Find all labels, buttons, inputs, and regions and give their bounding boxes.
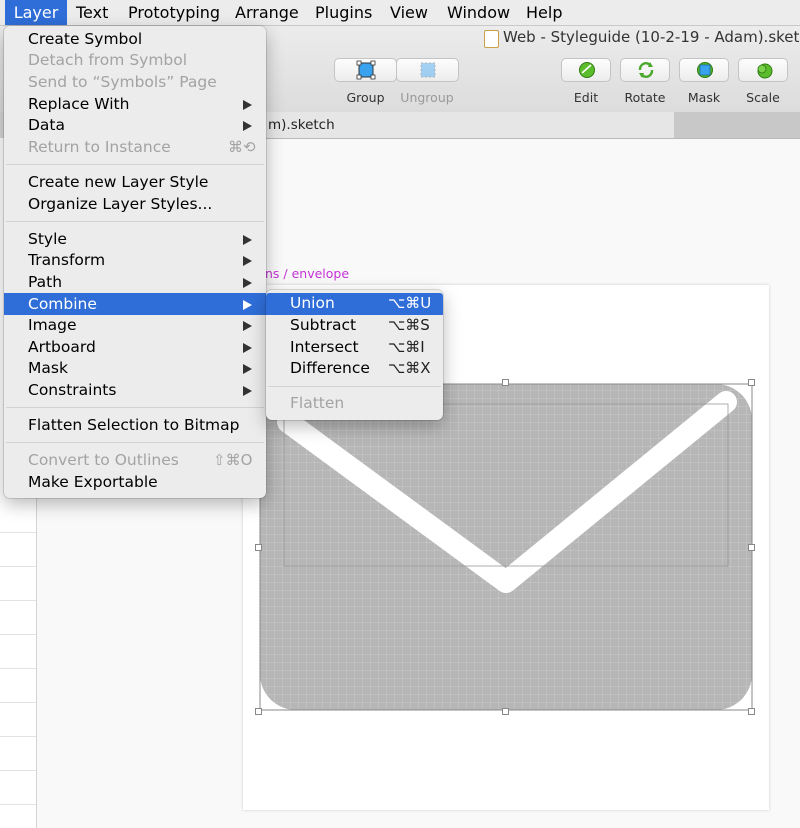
resize-handle[interactable] (748, 379, 755, 386)
layer-row[interactable] (0, 634, 36, 669)
envelope-icon[interactable] (258, 382, 754, 712)
menu-item-combine[interactable]: Combine (28, 294, 97, 315)
menu-item-detach-from-symbol: Detach from Symbol (28, 51, 188, 69)
menu-item-convert-to-outlines: Convert to Outlines (28, 451, 179, 469)
edit-button[interactable] (561, 58, 611, 82)
layer-row[interactable] (0, 736, 36, 771)
layer-row[interactable] (0, 600, 36, 635)
shortcut-union: ⌥⌘U (388, 294, 432, 312)
layer-menu: Create Symbol Detach from Symbol Send to… (4, 26, 266, 498)
document-tab-label: m).sketch (268, 117, 335, 133)
submenu-arrow-icon (243, 235, 252, 245)
artboard-label[interactable]: ns / envelope (265, 266, 349, 281)
menu-view[interactable]: View (390, 0, 428, 25)
rotate-label: Rotate (624, 90, 666, 105)
menu-item-make-exportable[interactable]: Make Exportable (28, 472, 158, 493)
mask-icon (697, 62, 713, 78)
edit-icon (579, 62, 595, 78)
shortcut-intersect: ⌥⌘I (388, 338, 425, 356)
ungroup-label: Ungroup (400, 90, 454, 105)
submenu-arrow-icon (243, 121, 252, 131)
menu-item-create-symbol[interactable]: Create Symbol (28, 29, 142, 50)
menu-item-return-to-instance: Return to Instance (28, 138, 171, 156)
resize-handle[interactable] (255, 544, 262, 551)
menu-separator (6, 221, 264, 222)
menu-separator (268, 386, 441, 387)
menu-item-create-new-layer-style[interactable]: Create new Layer Style (28, 172, 208, 193)
scale-label: Scale (746, 90, 780, 105)
submenu-arrow-icon (243, 100, 252, 110)
resize-handle[interactable] (255, 708, 262, 715)
layer-row[interactable] (0, 702, 36, 737)
menu-item-subtract[interactable]: Subtract (290, 315, 356, 336)
layer-row[interactable] (0, 532, 36, 567)
submenu-arrow-icon (243, 278, 252, 288)
shortcut-difference: ⌥⌘X (388, 359, 431, 377)
layer-row[interactable] (0, 498, 36, 533)
menu-prototyping[interactable]: Prototyping (128, 0, 220, 25)
menu-item-mask[interactable]: Mask (28, 358, 68, 379)
menu-item-difference[interactable]: Difference (290, 358, 370, 379)
combine-submenu: Union ⌥⌘U Subtract ⌥⌘S Intersect ⌥⌘I Dif… (266, 290, 443, 420)
menu-bar: Layer Text Prototyping Arrange Plugins V… (0, 0, 800, 26)
menu-separator (6, 164, 264, 165)
sketch-document-icon (484, 30, 499, 48)
window-title: Web - Styleguide (10-2-19 - Adam).sketch (503, 28, 800, 46)
layer-row[interactable] (0, 668, 36, 703)
layer-row[interactable] (0, 770, 36, 805)
mask-button[interactable] (679, 58, 729, 82)
ungroup-icon (420, 62, 436, 78)
menu-plugins[interactable]: Plugins (315, 0, 372, 25)
shortcut-subtract: ⌥⌘S (388, 316, 430, 334)
submenu-arrow-icon (243, 256, 252, 266)
menu-item-image[interactable]: Image (28, 315, 77, 336)
menu-item-replace-with[interactable]: Replace With (28, 94, 129, 115)
resize-handle[interactable] (748, 544, 755, 551)
shortcut-return-to-instance: ⌘⟲ (228, 138, 256, 156)
menu-item-flatten: Flatten (290, 394, 345, 412)
ungroup-button[interactable] (396, 58, 459, 82)
submenu-arrow-icon (243, 386, 252, 396)
menu-item-union[interactable]: Union (290, 293, 335, 314)
menu-item-artboard[interactable]: Artboard (28, 337, 96, 358)
menu-separator (6, 407, 264, 408)
menu-item-constraints[interactable]: Constraints (28, 380, 116, 401)
submenu-arrow-icon (243, 300, 252, 310)
menu-item-flatten-selection-to-bitmap[interactable]: Flatten Selection to Bitmap (28, 415, 239, 436)
resize-handle[interactable] (502, 708, 509, 715)
submenu-arrow-icon (243, 321, 252, 331)
resize-handle[interactable] (502, 379, 509, 386)
menu-text[interactable]: Text (76, 0, 108, 25)
submenu-arrow-icon (243, 343, 252, 353)
group-label: Group (346, 90, 385, 105)
menu-help[interactable]: Help (526, 0, 562, 25)
scale-button[interactable] (738, 58, 788, 82)
mask-label: Mask (687, 90, 721, 105)
menu-item-send-to-symbols-page: Send to “Symbols” Page (28, 73, 217, 91)
menu-item-style[interactable]: Style (28, 229, 67, 250)
menu-window[interactable]: Window (447, 0, 510, 25)
group-button[interactable] (334, 58, 397, 82)
menu-item-data[interactable]: Data (28, 115, 65, 136)
menu-separator (6, 442, 264, 443)
menu-item-organize-layer-styles[interactable]: Organize Layer Styles... (28, 194, 212, 215)
menu-item-path[interactable]: Path (28, 272, 62, 293)
resize-handle[interactable] (748, 708, 755, 715)
layer-row[interactable] (0, 566, 36, 601)
menu-item-transform[interactable]: Transform (28, 250, 105, 271)
submenu-arrow-icon (243, 364, 252, 374)
edit-label: Edit (573, 90, 599, 105)
menu-arrange[interactable]: Arrange (235, 0, 299, 25)
shortcut-convert-to-outlines: ⇧⌘O (213, 451, 253, 469)
menu-item-intersect[interactable]: Intersect (290, 337, 359, 358)
rotate-icon (638, 62, 654, 78)
group-icon (356, 60, 376, 80)
rotate-button[interactable] (620, 58, 670, 82)
tab-bar-empty (674, 112, 800, 138)
scale-icon (757, 63, 773, 79)
menu-layer[interactable]: Layer (5, 0, 67, 25)
